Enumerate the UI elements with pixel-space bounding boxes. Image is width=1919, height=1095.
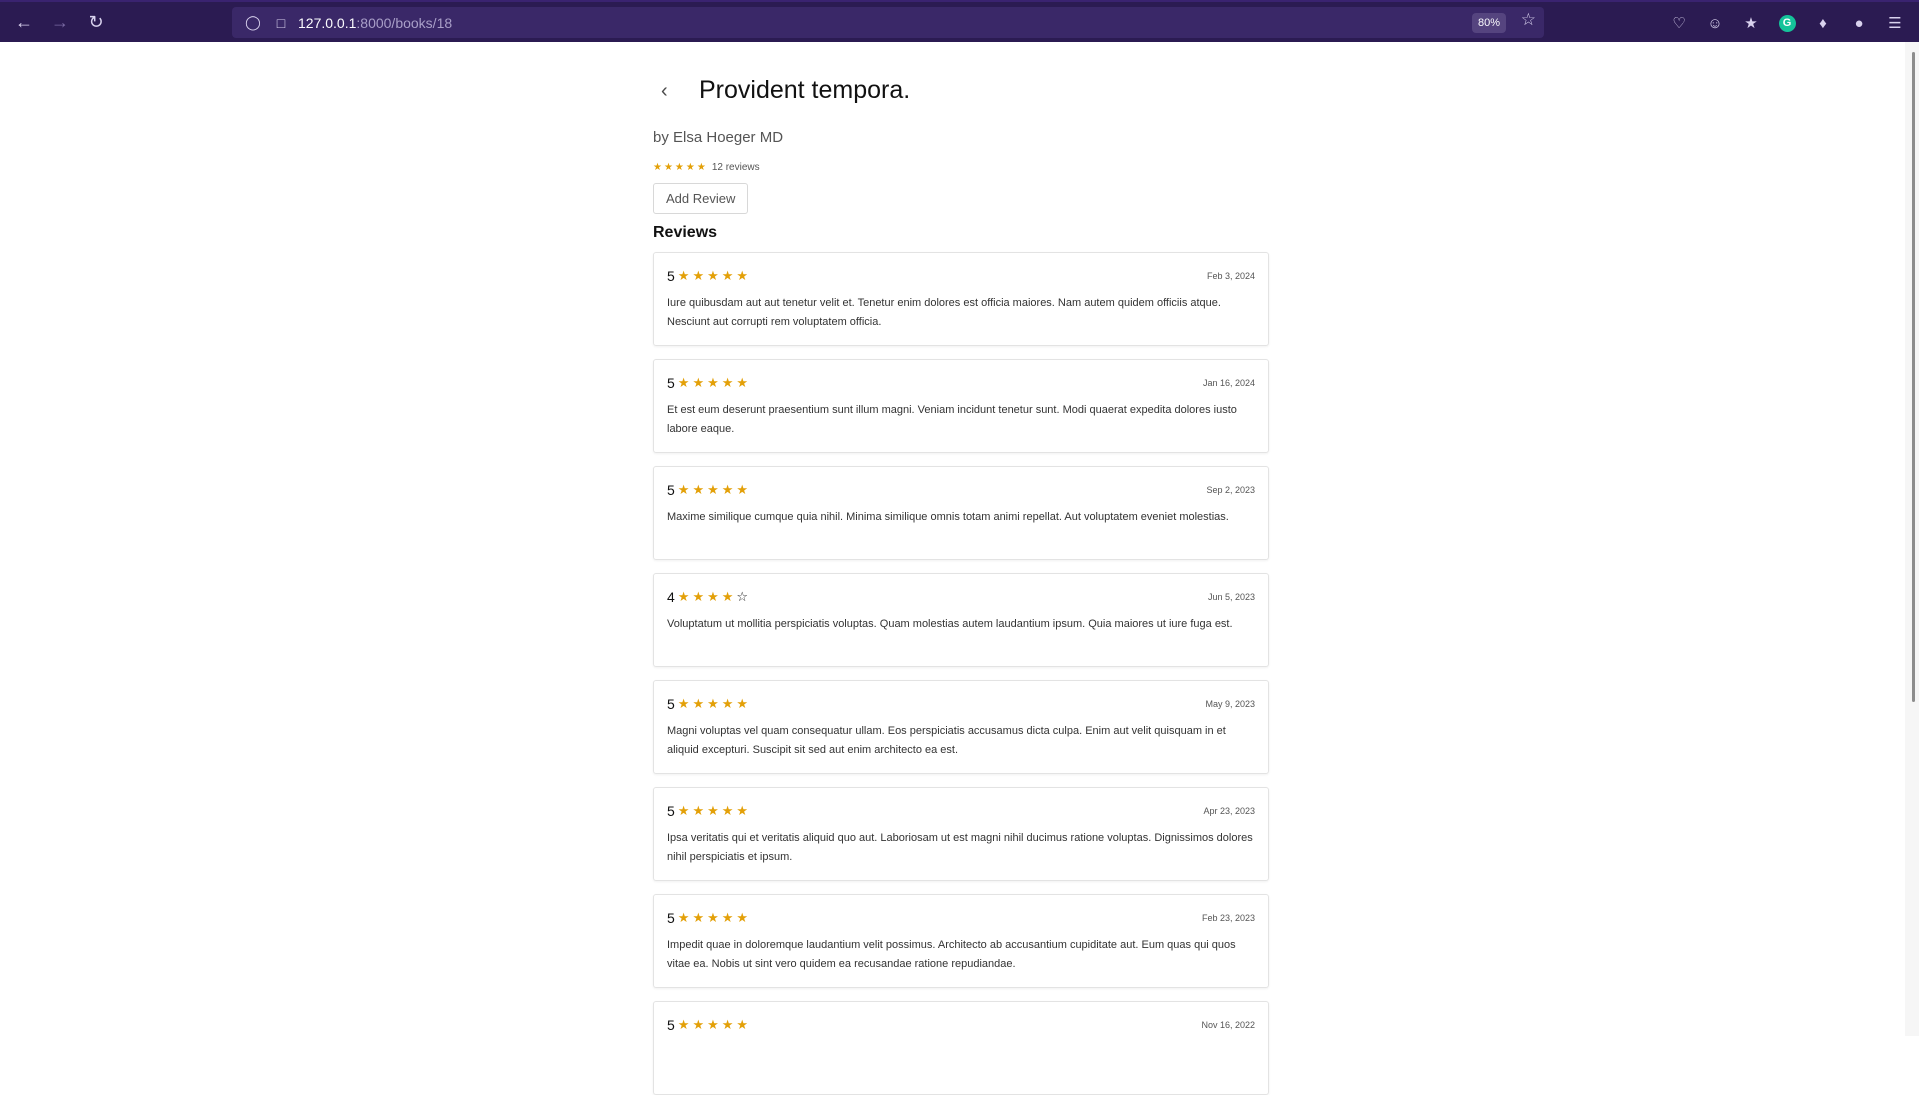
filled-stars: ★★★★★ bbox=[677, 1017, 752, 1032]
review-date: May 9, 2023 bbox=[1205, 699, 1255, 709]
review-score-number: 5 bbox=[667, 696, 675, 712]
review-score: 5 ★★★★★ bbox=[667, 375, 751, 391]
review-stars-icon: ★★★★★ bbox=[678, 910, 751, 926]
review-card: 5 ★★★★★ Feb 23, 2023 Impedit quae in dol… bbox=[653, 894, 1269, 988]
filled-stars: ★★★★★ bbox=[677, 482, 752, 497]
review-score: 5 ★★★★★ bbox=[667, 482, 751, 498]
book-title: Provident tempora. bbox=[699, 76, 911, 104]
review-score-number: 4 bbox=[667, 589, 675, 605]
review-score: 4 ★★★★☆ bbox=[667, 589, 751, 605]
book-author: by Elsa Hoeger MD bbox=[653, 129, 784, 146]
review-header: 5 ★★★★★ Jan 16, 2024 bbox=[667, 374, 1255, 392]
review-stars-icon: ★★★★☆ bbox=[678, 589, 751, 605]
filled-stars: ★★★★ bbox=[677, 589, 737, 604]
bookmarks-icon[interactable]: ★ bbox=[1733, 5, 1769, 41]
review-score-number: 5 bbox=[667, 803, 675, 819]
review-card: 5 ★★★★★ Feb 3, 2024 Iure quibusdam aut a… bbox=[653, 252, 1269, 346]
review-score: 5 ★★★★★ bbox=[667, 803, 751, 819]
extension-icon[interactable]: ● bbox=[1841, 5, 1877, 41]
empty-stars: ☆ bbox=[736, 589, 752, 604]
filled-stars: ★★★★★ bbox=[677, 696, 752, 711]
review-stars-icon: ★★★★★ bbox=[678, 1017, 751, 1033]
review-count: 12 reviews bbox=[711, 161, 760, 173]
zoom-level-badge[interactable]: 80% bbox=[1471, 13, 1506, 33]
review-score-number: 5 bbox=[667, 910, 675, 926]
review-card: 5 ★★★★★ Jan 16, 2024 Et est eum deserunt… bbox=[653, 359, 1269, 453]
review-stars-icon: ★★★★★ bbox=[678, 803, 751, 819]
review-date: Jan 16, 2024 bbox=[1202, 378, 1255, 388]
review-header: 5 ★★★★★ Sep 2, 2023 bbox=[667, 481, 1255, 499]
add-review-button[interactable]: Add Review bbox=[653, 183, 749, 214]
reviews-list: 5 ★★★★★ Feb 3, 2024 Iure quibusdam aut a… bbox=[653, 252, 1269, 1095]
book-rating: ★★★★★ 12 reviews bbox=[653, 160, 1269, 174]
shield-icon[interactable]: ◯ bbox=[242, 14, 264, 31]
url-host: 127.0.0.1 bbox=[298, 14, 357, 31]
review-date: Jun 5, 2023 bbox=[1207, 592, 1255, 602]
url-text[interactable]: 127.0.0.1:8000/books/18 bbox=[298, 15, 452, 31]
review-stars-icon: ★★★★★ bbox=[678, 696, 751, 712]
review-header: 5 ★★★★★ Nov 16, 2022 bbox=[667, 1016, 1255, 1034]
bookmark-star-icon[interactable]: ☆ bbox=[1521, 10, 1536, 30]
review-text: Magni voluptas vel quam consequatur ulla… bbox=[667, 725, 1226, 756]
url-path: :8000/books/18 bbox=[356, 14, 453, 31]
review-date: Apr 23, 2023 bbox=[1203, 806, 1255, 816]
pocket-icon[interactable]: ♡ bbox=[1661, 5, 1697, 41]
review-date: Nov 16, 2022 bbox=[1201, 1020, 1255, 1030]
review-text: Et est eum deserunt praesentium sunt ill… bbox=[667, 404, 1237, 435]
review-stars-icon: ★★★★★ bbox=[678, 482, 751, 498]
review-text: Voluptatum ut mollitia perspiciatis volu… bbox=[667, 618, 1233, 630]
review-card: 5 ★★★★★ Sep 2, 2023 Maxime similique cum… bbox=[653, 466, 1269, 560]
browser-toolbar: ← → ↻ ◯ □ 127.0.0.1:8000/books/18 80% ☆ … bbox=[0, 0, 1919, 42]
extensions-puzzle-icon[interactable]: ♦ bbox=[1805, 5, 1841, 41]
review-score: 5 ★★★★★ bbox=[667, 268, 751, 284]
reload-icon[interactable]: ↻ bbox=[78, 4, 114, 40]
review-score: 5 ★★★★★ bbox=[667, 1017, 751, 1033]
rating-stars-icon: ★★★★★ bbox=[653, 161, 708, 173]
review-header: 5 ★★★★★ May 9, 2023 bbox=[667, 695, 1255, 713]
scrollbar-thumb[interactable] bbox=[1912, 52, 1915, 702]
grammarly-extension-icon[interactable]: G bbox=[1769, 5, 1805, 41]
forward-arrow-icon[interactable]: → bbox=[42, 4, 78, 40]
back-arrow-icon[interactable]: ← bbox=[6, 4, 42, 40]
toolbar-right-icons: ♡ ☺ ★ G ♦ ● ☰ bbox=[1661, 5, 1913, 41]
review-score-number: 5 bbox=[667, 375, 675, 391]
review-header: 5 ★★★★★ Apr 23, 2023 bbox=[667, 802, 1255, 820]
filled-stars: ★★★★★ bbox=[677, 268, 752, 283]
address-bar[interactable]: ◯ □ 127.0.0.1:8000/books/18 80% ☆ bbox=[232, 7, 1544, 38]
account-icon[interactable]: ☺ bbox=[1697, 5, 1733, 41]
review-date: Sep 2, 2023 bbox=[1206, 485, 1255, 495]
review-date: Feb 3, 2024 bbox=[1206, 271, 1255, 281]
review-date: Feb 23, 2023 bbox=[1201, 913, 1255, 923]
review-stars-icon: ★★★★★ bbox=[678, 375, 751, 391]
review-card: 5 ★★★★★ Apr 23, 2023 Ipsa veritatis qui … bbox=[653, 787, 1269, 881]
review-card: 5 ★★★★★ Nov 16, 2022 bbox=[653, 1001, 1269, 1095]
review-text: Iure quibusdam aut aut tenetur velit et.… bbox=[667, 297, 1221, 328]
review-stars-icon: ★★★★★ bbox=[678, 268, 751, 284]
back-chevron-icon[interactable]: ‹ bbox=[661, 81, 681, 101]
review-text: Maxime similique cumque quia nihil. Mini… bbox=[667, 511, 1229, 523]
review-card: 4 ★★★★☆ Jun 5, 2023 Voluptatum ut mollit… bbox=[653, 573, 1269, 667]
review-text: Impedit quae in doloremque laudantium ve… bbox=[667, 939, 1236, 970]
filled-stars: ★★★★★ bbox=[677, 910, 752, 925]
review-score: 5 ★★★★★ bbox=[667, 696, 751, 712]
review-header: 5 ★★★★★ Feb 23, 2023 bbox=[667, 909, 1255, 927]
book-detail-page: ‹ Provident tempora. by Elsa Hoeger MD ★… bbox=[653, 42, 1269, 1095]
review-text: Ipsa veritatis qui et veritatis aliquid … bbox=[667, 832, 1253, 863]
review-header: 4 ★★★★☆ Jun 5, 2023 bbox=[667, 588, 1255, 606]
review-score-number: 5 bbox=[667, 1017, 675, 1033]
review-score: 5 ★★★★★ bbox=[667, 910, 751, 926]
filled-stars: ★★★★★ bbox=[677, 375, 752, 390]
review-header: 5 ★★★★★ Feb 3, 2024 bbox=[667, 267, 1255, 285]
review-score-number: 5 bbox=[667, 268, 675, 284]
reviews-heading: Reviews bbox=[653, 224, 718, 241]
review-score-number: 5 bbox=[667, 482, 675, 498]
filled-stars: ★★★★★ bbox=[677, 803, 752, 818]
page-scrollbar[interactable] bbox=[1905, 42, 1919, 1036]
review-card: 5 ★★★★★ May 9, 2023 Magni voluptas vel q… bbox=[653, 680, 1269, 774]
page-icon: □ bbox=[276, 14, 286, 31]
menu-hamburger-icon[interactable]: ☰ bbox=[1877, 5, 1913, 41]
title-row: ‹ Provident tempora. bbox=[653, 76, 1269, 105]
